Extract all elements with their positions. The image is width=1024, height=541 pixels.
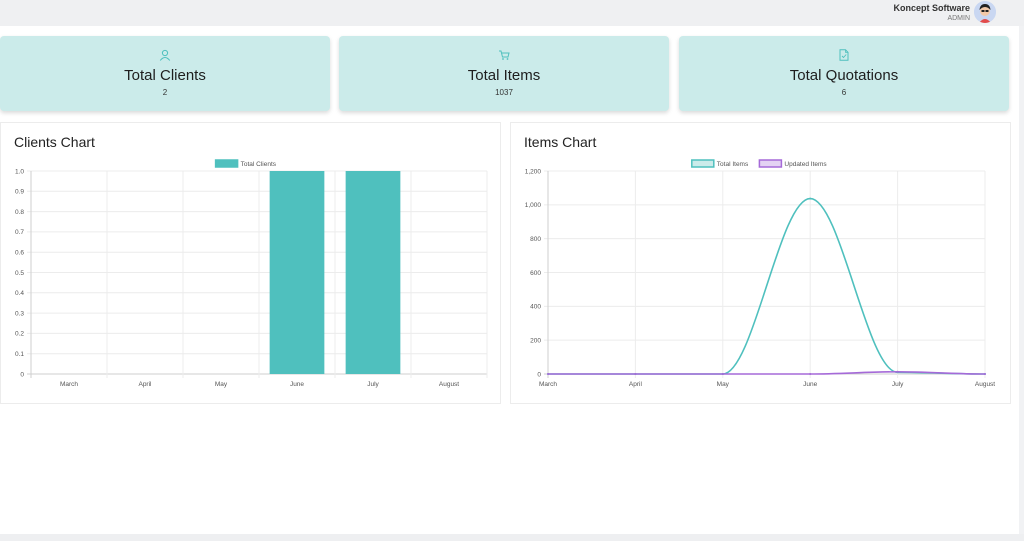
bar-june	[269, 171, 325, 374]
user-name: Koncept Software	[893, 3, 970, 13]
stat-title: Total Clients	[124, 67, 206, 84]
cart-icon	[499, 50, 510, 60]
stat-value: 6	[841, 88, 847, 97]
data-point-june	[809, 197, 812, 200]
x-tick-label: July	[892, 381, 904, 388]
x-tick-label: March	[60, 381, 78, 388]
y-tick-label: 0.1	[15, 351, 24, 358]
y-tick-label: 0.8	[15, 209, 24, 216]
x-tick-label: June	[803, 381, 817, 388]
legend-swatch	[214, 159, 239, 168]
top-bar: Koncept Software ADMIN	[0, 0, 1024, 26]
legend-label: Total Clients	[241, 161, 277, 168]
data-point-april	[634, 373, 637, 375]
x-tick-label: May	[215, 381, 228, 388]
dashboard-content: Total Clients 2 Total Items 1037 Total Q…	[0, 26, 1019, 534]
document-icon	[839, 49, 849, 61]
stat-title: Total Items	[467, 67, 541, 84]
avatar[interactable]	[974, 1, 996, 23]
data-point-july	[896, 370, 899, 373]
y-tick-label: 1,200	[525, 168, 542, 175]
y-tick-label: 1.0	[15, 168, 24, 175]
items-line-chart: 0 200 400 600 800 1,000 1,200 March April May June…	[525, 159, 995, 388]
y-tick-label: 0.9	[15, 189, 24, 196]
y-tick-label: 0	[537, 371, 541, 378]
bottom-scroll-area	[0, 534, 1024, 541]
x-tick-label: June	[290, 381, 304, 388]
clients-chart-panel: Clients Chart 0 0.1 0.2 0.3 0.4 0.5 0.6 0.7 0.8 0…	[0, 122, 501, 404]
stat-card-clients[interactable]: Total Clients 2	[0, 36, 330, 111]
data-point-august	[984, 373, 986, 375]
stat-card-items[interactable]: Total Items 1037	[339, 36, 669, 111]
stat-value: 1037	[495, 88, 513, 97]
x-tick-label: April	[138, 381, 152, 388]
items-chart-panel: Items Chart 0 200 400 600 800 1,000 1,200 March…	[510, 122, 1011, 404]
legend-swatch	[758, 159, 783, 168]
y-tick-label: 400	[530, 304, 541, 311]
legend-label: Total Items	[717, 161, 749, 168]
y-tick-label: 800	[530, 236, 541, 243]
x-tick-label: August	[439, 381, 459, 388]
y-tick-label: 0.3	[15, 310, 24, 317]
legend-label: Updated Items	[784, 161, 827, 168]
stat-value: 2	[162, 88, 168, 97]
y-tick-label: 0.2	[15, 331, 24, 338]
x-tick-label: August	[975, 381, 995, 388]
y-tick-label: 0.5	[15, 270, 24, 277]
bar-july	[345, 171, 401, 374]
y-tick-label: 1,000	[525, 202, 542, 209]
y-tick-label: 0.4	[15, 290, 24, 297]
y-tick-label: 600	[530, 270, 541, 277]
y-tick-label: 0.6	[15, 250, 24, 257]
x-tick-label: April	[629, 381, 643, 388]
user-info[interactable]: Koncept Software ADMIN	[893, 3, 970, 23]
user-role: ADMIN	[947, 15, 970, 22]
x-tick-label: March	[539, 381, 557, 388]
legend-swatch	[691, 159, 715, 168]
data-point-march	[547, 373, 549, 375]
y-tick-label: 200	[530, 337, 541, 344]
x-tick-label: July	[367, 381, 379, 388]
data-point-may	[721, 373, 724, 375]
stat-card-quotations[interactable]: Total Quotations 6	[679, 36, 1009, 111]
y-tick-label: 0	[20, 371, 24, 378]
series-line-total-items	[548, 197, 986, 375]
stat-title: Total Quotations	[789, 67, 899, 84]
x-tick-label: May	[717, 381, 730, 388]
user-icon	[159, 49, 171, 61]
data-point-june	[809, 373, 812, 375]
clients-bar-chart: 0 0.1 0.2 0.3 0.4 0.5 0.6 0.7 0.8 0.9 1.0 March Apri…	[15, 159, 488, 388]
y-tick-label: 0.7	[15, 229, 24, 236]
